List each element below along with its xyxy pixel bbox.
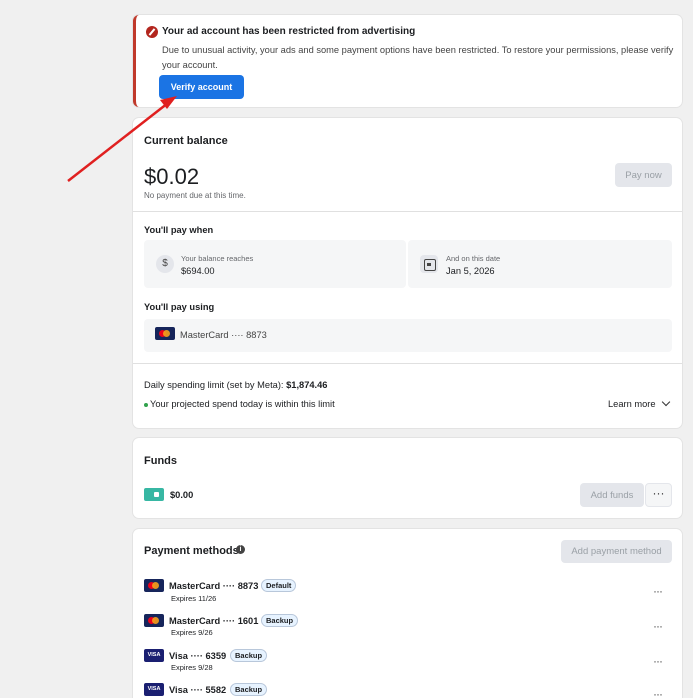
funds-value: $0.00 xyxy=(170,490,194,500)
mastercard-icon xyxy=(155,327,175,340)
balance-amount: $0.02 xyxy=(144,164,200,189)
learn-more-link[interactable]: Learn more xyxy=(608,399,656,409)
payment-method-name: Visa ···· 5582 xyxy=(169,685,227,695)
payment-method-name: MasterCard ···· 1601 xyxy=(169,616,259,626)
balance-card: Current balance $0.02 No payment due at … xyxy=(133,118,682,428)
restricted-icon xyxy=(146,26,158,38)
default-badge: Default xyxy=(261,579,297,592)
row-more-button[interactable]: ··· xyxy=(653,619,663,633)
backup-badge: Backup xyxy=(230,649,268,662)
backup-badge: Backup xyxy=(261,614,299,627)
calendar-icon xyxy=(420,255,438,273)
visa-icon: VISA xyxy=(144,683,164,696)
funds-more-button[interactable]: ··· xyxy=(645,483,672,507)
threshold-label: Your balance reaches xyxy=(181,254,254,263)
payment-method-name: Visa ···· 6359 xyxy=(169,651,227,661)
add-payment-method-button[interactable]: Add payment method xyxy=(561,540,672,563)
chevron-down-icon[interactable] xyxy=(661,397,671,407)
date-box: And on this date Jan 5, 2026 xyxy=(408,240,672,288)
row-more-button[interactable]: ··· xyxy=(653,584,663,598)
divider xyxy=(133,211,682,212)
backup-badge: Backup xyxy=(230,683,268,696)
payment-method-expiry: Expires 9/26 xyxy=(171,628,213,637)
restriction-alert: Your ad account has been restricted from… xyxy=(133,15,682,107)
dollar-icon: $ xyxy=(156,255,174,273)
mastercard-icon xyxy=(144,614,164,627)
visa-icon: VISA xyxy=(144,649,164,662)
payment-methods-title: Payment methods xyxy=(144,545,239,557)
alert-message: Due to unusual activity, your ads and so… xyxy=(162,45,674,70)
pay-now-button[interactable]: Pay now xyxy=(615,163,672,187)
pay-using-box: MasterCard ···· 8873 xyxy=(144,319,672,352)
spending-limit-label: Daily spending limit (set by Meta): xyxy=(144,380,284,390)
row-more-button[interactable]: ··· xyxy=(653,687,663,698)
balance-note: No payment due at this time. xyxy=(144,191,246,200)
verify-account-button[interactable]: Verify account xyxy=(159,75,244,99)
pay-when-title: You'll pay when xyxy=(144,225,214,235)
mastercard-icon xyxy=(144,579,164,592)
payment-methods-card: Payment methods i Add payment method Mas… xyxy=(133,529,682,698)
payment-method-expiry: Expires 11/26 xyxy=(171,594,217,603)
wallet-icon xyxy=(144,488,164,501)
payment-method-expiry: Expires 9/28 xyxy=(171,663,213,672)
info-icon[interactable]: i xyxy=(236,545,245,554)
pay-using-title: You'll pay using xyxy=(144,302,215,312)
threshold-value: $694.00 xyxy=(181,266,215,276)
add-funds-button[interactable]: Add funds xyxy=(580,483,644,507)
date-value: Jan 5, 2026 xyxy=(446,266,495,276)
status-dot-icon xyxy=(144,403,148,407)
balance-title: Current balance xyxy=(144,135,228,147)
pay-using-card: MasterCard ···· 8873 xyxy=(180,330,267,340)
payment-method-name: MasterCard ···· 8873 xyxy=(169,581,259,591)
spending-limit: Daily spending limit (set by Meta): $1,8… xyxy=(144,380,327,390)
spending-limit-value: $1,874.46 xyxy=(286,380,328,390)
date-label: And on this date xyxy=(446,254,501,263)
divider xyxy=(133,363,682,364)
funds-title: Funds xyxy=(144,455,177,467)
threshold-box: $ Your balance reaches $694.00 xyxy=(144,240,406,288)
funds-card: Funds $0.00 Add funds ··· xyxy=(133,438,682,518)
projected-spend-text: Your projected spend today is within thi… xyxy=(150,399,335,409)
alert-title: Your ad account has been restricted from… xyxy=(162,26,416,37)
row-more-button[interactable]: ··· xyxy=(653,654,663,668)
